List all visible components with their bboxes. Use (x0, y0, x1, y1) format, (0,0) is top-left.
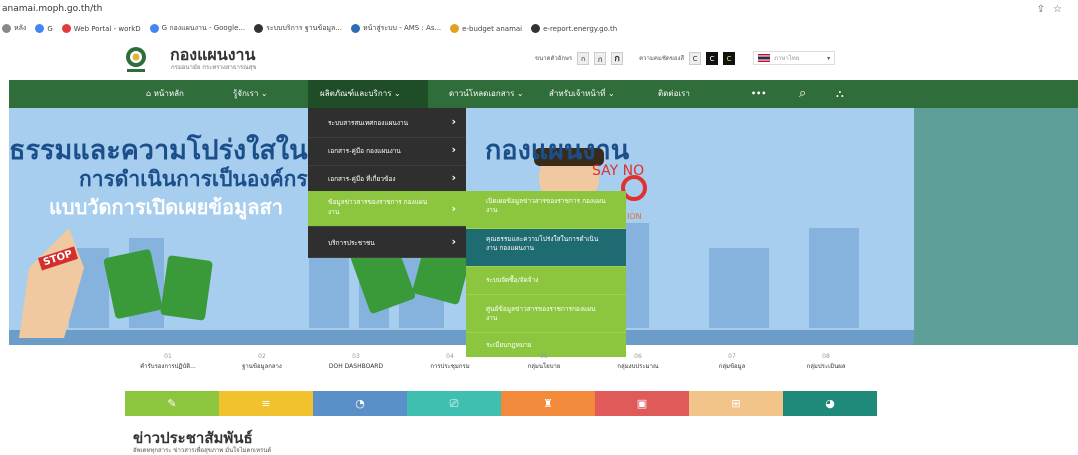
dropdown-item-info-systems[interactable]: ระบบสารสนเทศกองแผนงาน › (308, 108, 466, 138)
share-icon[interactable]: ⇪ (1037, 4, 1053, 15)
department-logo[interactable] (125, 46, 147, 74)
bookmark-favicon-icon (35, 24, 45, 33)
bookmarks-bar: หลัง G Web Portal - workD G กองแผนงาน - Goo… (0, 19, 1078, 38)
chevron-down-icon: ⌄ (608, 89, 615, 98)
dropdown-item-gov-info[interactable]: ข้อมูลข่าวสารของราชการ กองแผนงาน › (308, 191, 466, 227)
nav-staff[interactable]: สำหรับเจ้าหน้าที่ ⌄ (543, 80, 621, 108)
bookmark-favicon-icon (350, 24, 360, 33)
submenu-item-info-center[interactable]: ศูนย์ข้อมูลข่าวสารของราชการกองแผนงาน (466, 295, 626, 333)
chevron-right-icon: › (451, 115, 456, 128)
shortcut-icon: ⊞ (731, 397, 741, 410)
shortcut-icon: ♜ (543, 397, 553, 410)
submenu-item-disclosure[interactable]: เปิดเผยข้อมูลข่าวสารของราชการ กองแผนงาน (466, 191, 626, 229)
nav-more[interactable]: ••• (745, 80, 772, 108)
shortcut-tile-01[interactable]: ✎ (125, 391, 219, 416)
nav-home[interactable]: ⌂ หน้าหลัก (140, 80, 190, 108)
chevron-down-icon: ▾ (827, 54, 831, 62)
submenu-item-procurement[interactable]: ระบบจัดซื้อ/จัดจ้าง (466, 267, 626, 295)
banner-line3: แบบวัดการเปิดเผยข้อมูลสา (49, 195, 283, 219)
thai-flag-icon (758, 54, 771, 62)
chevron-right-icon: › (451, 202, 456, 215)
dropdown-item-related-docs[interactable]: เอกสาร-คู่มือ ที่เกี่ยวข้อง › (308, 164, 466, 194)
shortcut-tile-03[interactable]: ◔ (313, 391, 407, 416)
bookmark-item[interactable]: Web Portal - workD (61, 24, 141, 33)
shortcut-tile-07[interactable]: ⊞ (689, 391, 783, 416)
shortcut-label-07[interactable]: 07 กลุ่มข้อมูล (687, 352, 777, 371)
contrast-normal-button[interactable]: C (689, 51, 702, 65)
shortcut-icon: ✎ (167, 397, 177, 410)
bookmark-item[interactable]: e-report.energy.go.th (531, 24, 617, 33)
language-label: ภาษาไทย (774, 55, 800, 62)
shortcut-label-01[interactable]: 01 คำรับรองการปฏิบัติ... (123, 352, 213, 371)
bookmark-favicon-icon (254, 24, 264, 33)
shortcut-icon: ⎚ (449, 396, 459, 410)
shortcut-icon: ≡ (261, 397, 271, 410)
contrast-dark-button[interactable]: C (706, 51, 719, 65)
shortcut-label-05[interactable]: 05 กลุ่มนโยบาย (499, 352, 589, 371)
chevron-right-icon: › (451, 171, 456, 184)
news-section-subtitle: อัพเดททุกสาระ ข่าวสารเพื่อสุขภาพ มั่นใจไ… (133, 447, 272, 454)
submenu-item-ita[interactable]: คุณธรรมและความโปร่งใสในการดำเนินงาน กองแ… (466, 229, 626, 267)
home-icon: ⌂ (146, 89, 152, 98)
bookmark-favicon-icon (2, 24, 11, 33)
search-icon[interactable]: ⌕ (793, 80, 812, 108)
contrast-yellow-button[interactable]: C (723, 51, 736, 65)
sitemap-icon[interactable]: ⛬ (830, 80, 850, 108)
shortcut-tile-05[interactable]: ♜ (501, 391, 595, 416)
bookmark-item[interactable]: ระบบบริการ ฐานข้อมูล... (254, 23, 342, 34)
shortcut-icon: ◕ (825, 397, 835, 410)
shortcut-tile-06[interactable]: ▣ (595, 391, 689, 416)
bookmark-favicon-icon (149, 24, 159, 33)
shortcut-label-03[interactable]: 03 DOH DASHBOARD (311, 352, 401, 371)
shortcut-label-08[interactable]: 08 กลุ่มประเมินผล (781, 352, 871, 371)
bookmark-favicon-icon (531, 24, 541, 33)
chevron-down-icon: ⌄ (516, 89, 524, 98)
org-subtitle: กรมอนามัย กระทรวงสาธารณสุข (171, 64, 257, 71)
font-small-button[interactable]: ก (577, 51, 590, 65)
nav-about[interactable]: รู้จักเรา ⌄ (227, 80, 274, 108)
accessibility-controls: ขนาดตัวอักษร ก ก ก ความคมชัดของสี C C C … (535, 51, 836, 65)
banner-ion: ION (627, 212, 642, 221)
shortcut-tile-02[interactable]: ≡ (219, 391, 313, 416)
shortcut-label-04[interactable]: 04 การประชุมกรม (405, 352, 495, 371)
bookmark-favicon-icon (450, 24, 460, 33)
url-text[interactable]: anamai.moph.go.th/th (2, 4, 102, 14)
shortcut-icon: ▣ (636, 397, 648, 410)
shortcut-label-02[interactable]: 02 ฐานข้อมูลกลาง (217, 352, 307, 371)
bookmark-favicon-icon (61, 24, 71, 33)
star-icon[interactable]: ☆ (1053, 4, 1070, 15)
language-select[interactable]: ภาษาไทย ▾ (753, 51, 836, 65)
nav-download[interactable]: ดาวน์โหลดเอกสาร ⌄ (443, 80, 530, 108)
shortcut-tile-04[interactable]: ⎚ (407, 391, 501, 416)
chevron-right-icon: › (451, 235, 456, 248)
chevron-down-icon: ⌄ (394, 89, 401, 98)
shortcut-icon: ◔ (355, 397, 365, 410)
bookmark-item[interactable]: G กองแผนงาน - Google... (149, 23, 245, 34)
chevron-right-icon: › (451, 143, 456, 156)
shortcut-tile-08[interactable]: ◕ (783, 391, 877, 416)
font-size-label: ขนาดตัวอักษร (535, 55, 573, 62)
chevron-down-icon: ⌄ (260, 89, 268, 98)
dropdown-item-public-service[interactable]: บริการประชาชน › (308, 228, 466, 258)
bookmark-item[interactable]: หน้าสู่ระบบ - AMS : As... (350, 23, 441, 34)
bookmark-item[interactable]: หลัง (2, 23, 26, 34)
bookmark-item[interactable]: G (35, 24, 53, 33)
contrast-label: ความคมชัดของสี (639, 55, 685, 62)
shortcut-label-06[interactable]: 06 กลุ่มงบประมาณ (593, 352, 683, 371)
nav-products[interactable]: ผลิตภัณฑ์และบริการ ⌄ (308, 80, 428, 108)
font-large-button[interactable]: ก (611, 51, 624, 65)
nav-contact[interactable]: ติดต่อเรา (652, 80, 696, 108)
dropdown-item-plan-docs[interactable]: เอกสาร-คู่มือ กองแผนงาน › (308, 136, 466, 166)
address-bar[interactable]: anamai.moph.go.th/th ⇪☆ (0, 0, 1078, 19)
banner-side-panel (914, 108, 1078, 345)
banner-sayno: SAY NO (592, 163, 645, 179)
bookmark-item[interactable]: e-budget anamai (450, 24, 522, 33)
font-medium-button[interactable]: ก (594, 51, 607, 65)
